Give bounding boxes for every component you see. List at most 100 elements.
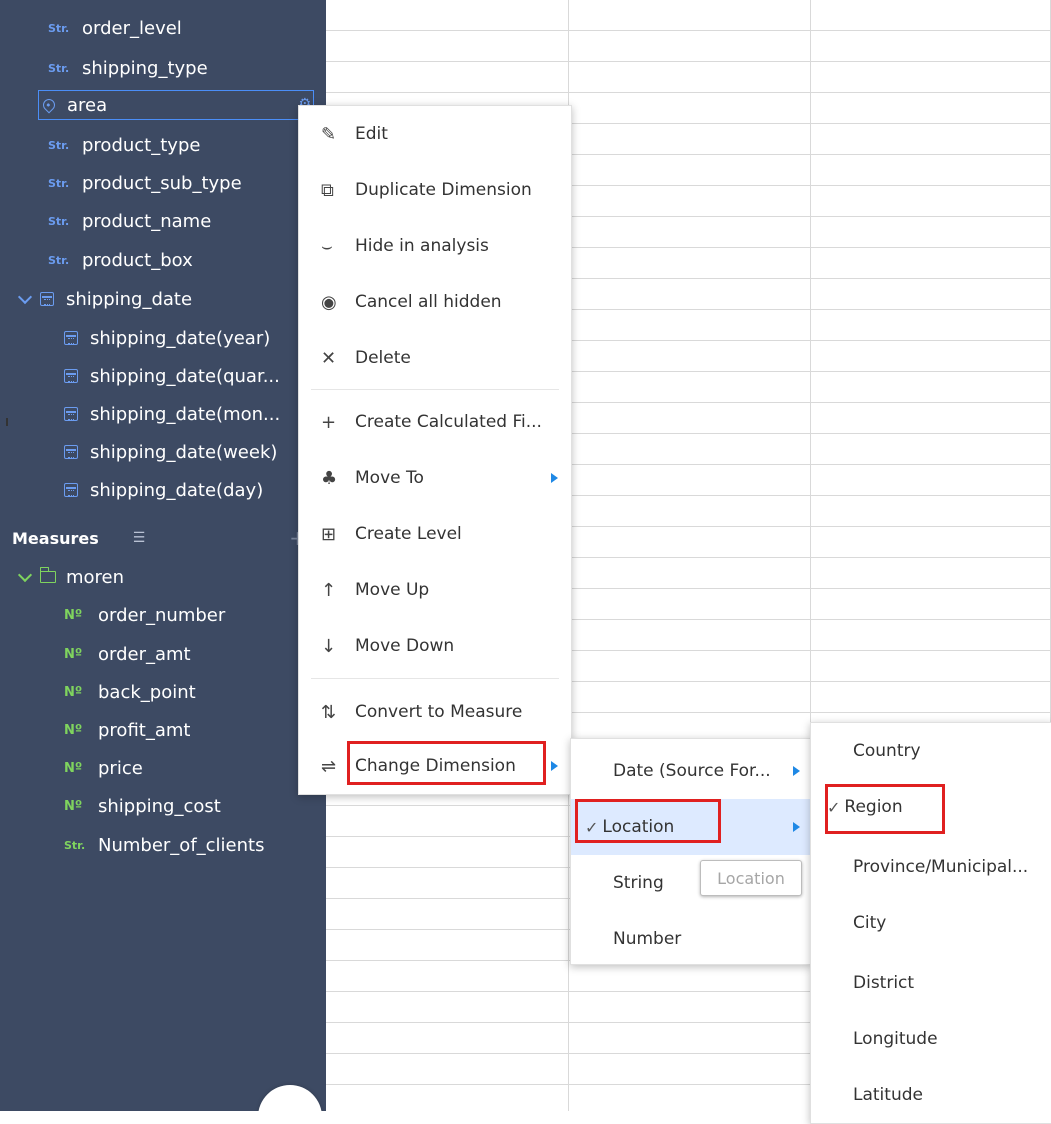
date-group-label: shipping_date bbox=[66, 288, 193, 310]
location-item-city[interactable]: City bbox=[811, 895, 1051, 951]
duplicate-icon: ⧉ bbox=[321, 179, 334, 201]
date-child-label: shipping_date(year) bbox=[90, 327, 271, 349]
dimension-item[interactable]: Str. product_sub_type bbox=[0, 165, 326, 201]
menu-item-label: Hide in analysis bbox=[355, 236, 489, 256]
measure-item[interactable]: Nº order_number bbox=[0, 597, 326, 633]
submenu-item-label: String bbox=[613, 873, 664, 893]
chevron-down-icon[interactable] bbox=[17, 289, 33, 305]
dimension-label: area bbox=[67, 94, 108, 116]
string-type-icon: Str. bbox=[48, 214, 70, 228]
location-item-province[interactable]: Province/Municipal... bbox=[811, 839, 1051, 895]
menu-icon[interactable]: ☰ bbox=[133, 530, 146, 546]
chevron-down-icon[interactable] bbox=[17, 567, 33, 583]
location-item-country[interactable]: Country bbox=[811, 723, 1051, 779]
measure-label: price bbox=[98, 757, 143, 779]
menu-item-label: Cancel all hidden bbox=[355, 292, 502, 312]
measure-item[interactable]: Nº order_amt bbox=[0, 636, 326, 672]
floating-action-button[interactable] bbox=[258, 1085, 322, 1111]
measures-title: Measures bbox=[12, 528, 99, 548]
submenu-item-number[interactable]: Number bbox=[571, 911, 811, 967]
string-type-icon: Str. bbox=[48, 176, 70, 190]
number-type-icon: Nº bbox=[64, 607, 83, 623]
measure-item[interactable]: Nº back_point bbox=[0, 674, 326, 710]
create-level-icon: ⊞ bbox=[321, 523, 337, 545]
measure-label: shipping_cost bbox=[98, 795, 221, 817]
menu-item-cancel-hidden[interactable]: ◉ Cancel all hidden bbox=[299, 274, 571, 330]
measure-label: order_number bbox=[98, 604, 226, 626]
date-child-item[interactable]: shipping_date(week) bbox=[0, 434, 326, 470]
string-type-icon: Str. bbox=[64, 838, 86, 852]
menu-item-move-down[interactable]: ↓ Move Down bbox=[299, 618, 571, 674]
tooltip: Location bbox=[700, 860, 802, 896]
submenu-arrow-icon bbox=[551, 473, 558, 483]
string-type-icon: Str. bbox=[48, 253, 70, 267]
measure-item[interactable]: Nº price bbox=[0, 750, 326, 786]
menu-item-edit[interactable]: ✎ Edit bbox=[299, 106, 571, 162]
highlight-region bbox=[825, 784, 945, 834]
menu-item-label: Delete bbox=[355, 348, 411, 368]
submenu-item-label: Number bbox=[613, 929, 682, 949]
highlight-change-dimension bbox=[347, 741, 546, 785]
dimension-label: product_sub_type bbox=[82, 172, 242, 194]
location-item-latitude[interactable]: Latitude bbox=[811, 1067, 1051, 1123]
location-item-label: Longitude bbox=[853, 1029, 938, 1049]
date-child-item[interactable]: shipping_date(mon... bbox=[0, 396, 326, 432]
submenu-arrow-icon bbox=[793, 822, 800, 832]
menu-separator bbox=[311, 389, 559, 390]
number-type-icon: Nº bbox=[64, 760, 83, 776]
date-child-item[interactable]: shipping_date(day) bbox=[0, 472, 326, 508]
menu-item-label: Convert to Measure bbox=[355, 702, 523, 722]
calendar-icon bbox=[64, 369, 78, 383]
submenu-item-date[interactable]: Date (Source For... bbox=[571, 743, 811, 799]
number-type-icon: Nº bbox=[64, 684, 83, 700]
location-item-label: Country bbox=[853, 741, 921, 761]
date-child-item[interactable]: shipping_date(year) bbox=[0, 320, 326, 356]
submenu-item-label: Date (Source For... bbox=[613, 761, 771, 781]
move-to-icon: ♣ bbox=[321, 467, 338, 489]
calendar-icon bbox=[64, 331, 78, 345]
measures-folder[interactable]: moren bbox=[0, 559, 326, 595]
measure-item[interactable]: Nº shipping_cost bbox=[0, 788, 326, 824]
measure-item[interactable]: Str. Number_of_clients bbox=[0, 827, 326, 863]
menu-item-move-up[interactable]: ↑ Move Up bbox=[299, 562, 571, 618]
menu-item-create-calculated-field[interactable]: + Create Calculated Fi... bbox=[299, 394, 571, 450]
menu-item-convert-to-measure[interactable]: ⇅ Convert to Measure bbox=[299, 684, 571, 740]
dimension-label: product_name bbox=[82, 210, 212, 232]
date-child-item[interactable]: shipping_date(quar... bbox=[0, 358, 326, 394]
dimension-item[interactable]: Str. product_type bbox=[0, 127, 326, 163]
number-type-icon: Nº bbox=[64, 722, 83, 738]
menu-item-move-to[interactable]: ♣ Move To bbox=[299, 450, 571, 506]
menu-item-label: Create Level bbox=[355, 524, 462, 544]
menu-item-label: Duplicate Dimension bbox=[355, 180, 532, 200]
submenu-location-type: Country ✓ Region Province/Municipal... C… bbox=[810, 722, 1051, 1124]
date-child-label: shipping_date(day) bbox=[90, 479, 264, 501]
location-item-district[interactable]: District bbox=[811, 955, 1051, 1011]
field-sidebar: Str. order_level Str. shipping_type area… bbox=[0, 0, 326, 1111]
location-item-longitude[interactable]: Longitude bbox=[811, 1011, 1051, 1067]
pencil-icon: ✎ bbox=[321, 123, 337, 145]
menu-item-delete[interactable]: ✕ Delete bbox=[299, 330, 571, 386]
dimension-item[interactable]: Str. product_name bbox=[0, 203, 326, 239]
menu-item-hide[interactable]: ⌣ Hide in analysis bbox=[299, 218, 571, 274]
measure-item[interactable]: Nº profit_amt bbox=[0, 712, 326, 748]
location-item-label: Latitude bbox=[853, 1085, 923, 1105]
plus-icon: + bbox=[321, 411, 337, 433]
measure-label: back_point bbox=[98, 681, 196, 703]
menu-item-duplicate[interactable]: ⧉ Duplicate Dimension bbox=[299, 162, 571, 218]
menu-item-create-level[interactable]: ⊞ Create Level bbox=[299, 506, 571, 562]
calendar-icon bbox=[64, 407, 78, 421]
folder-icon bbox=[39, 567, 56, 583]
dimension-item-area-selected[interactable]: area ⚙ bbox=[38, 90, 314, 120]
dimension-item[interactable]: Str. order_level bbox=[0, 10, 326, 46]
submenu-arrow-icon bbox=[551, 761, 558, 771]
date-child-label: shipping_date(week) bbox=[90, 441, 278, 463]
grid-row-line bbox=[326, 92, 1051, 93]
string-type-icon: Str. bbox=[48, 21, 70, 35]
measure-label: order_amt bbox=[98, 643, 191, 665]
eye-icon: ◉ bbox=[321, 291, 337, 313]
dimension-item[interactable]: Str. shipping_type bbox=[0, 50, 326, 86]
date-group-item[interactable]: shipping_date bbox=[0, 281, 326, 317]
dimension-item[interactable]: Str. product_box bbox=[0, 242, 326, 278]
dimension-label: shipping_type bbox=[82, 57, 208, 79]
dimension-label: order_level bbox=[82, 17, 182, 39]
